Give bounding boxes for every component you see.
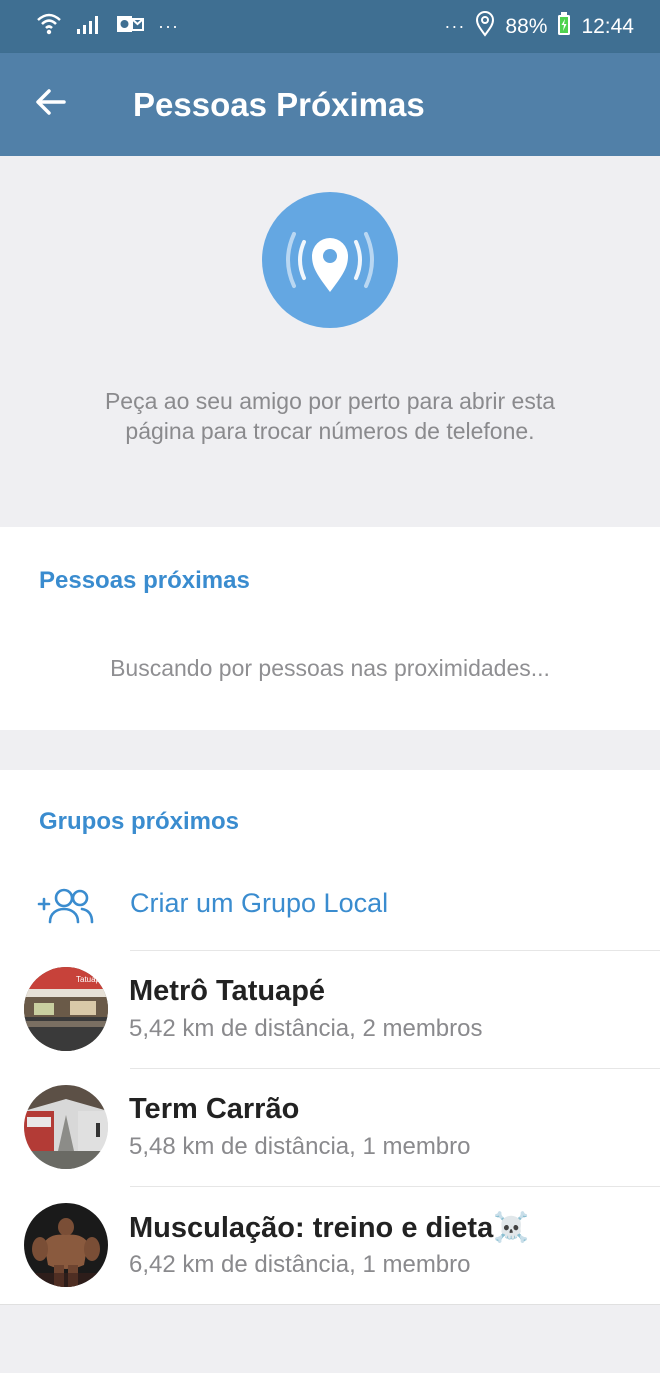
avatar-sign-text: Tatuapé — [76, 975, 105, 984]
app-bar: Pessoas Próximas — [0, 53, 660, 156]
nearby-groups-section: Grupos próximos Criar um Grupo Local Tat… — [0, 770, 660, 1305]
group-meta: 5,48 km de distância, 1 membro — [129, 1133, 471, 1160]
back-button[interactable] — [0, 53, 100, 156]
avatar: Tatuapé — [24, 967, 108, 1051]
status-left: ··· — [36, 12, 179, 41]
battery-icon — [557, 12, 571, 41]
group-name: Term Carrão — [129, 1093, 300, 1125]
group-item-metro-tatuape[interactable]: Tatuapé Metrô Tatuapé 5,42 km de distânc… — [0, 951, 660, 1069]
status-bar: ··· ··· 88% 12:44 — [0, 0, 660, 53]
searching-status: Buscando por pessoas nas proximidades... — [110, 655, 550, 681]
group-item-musculacao[interactable]: Musculação: treino e dieta☠️ 6,42 km de … — [0, 1187, 660, 1305]
signal-icon — [76, 13, 102, 40]
arrow-left-icon — [34, 88, 66, 121]
group-name: Metrô Tatuapé — [129, 975, 326, 1007]
avatar — [24, 1085, 108, 1169]
location-broadcast-icon — [262, 192, 398, 328]
wifi-icon — [36, 12, 62, 41]
nearby-people-header: Pessoas próximas — [39, 567, 250, 594]
location-icon — [475, 11, 495, 42]
avatar — [24, 1203, 108, 1287]
battery-percent: 88% — [505, 14, 548, 38]
create-local-group-label: Criar um Grupo Local — [130, 888, 389, 918]
group-meta: 5,42 km de distância, 2 membros — [129, 1015, 483, 1042]
status-more-left: ··· — [158, 16, 179, 36]
group-item-term-carrao[interactable]: Term Carrão 5,48 km de distância, 1 memb… — [0, 1069, 660, 1187]
intro-description: Peça ao seu amigo por perto para abrir e… — [104, 388, 556, 444]
intro-section: Peça ao seu amigo por perto para abrir e… — [0, 156, 660, 527]
status-more-right: ··· — [444, 16, 466, 36]
page-title: Pessoas Próximas — [133, 85, 425, 123]
nearby-people-section: Pessoas próximas Buscando por pessoas na… — [0, 527, 660, 730]
status-right: ··· 88% 12:44 — [444, 11, 634, 42]
create-local-group-button[interactable]: Criar um Grupo Local — [0, 860, 660, 952]
add-group-icon — [37, 886, 95, 931]
nearby-groups-header: Grupos próximos — [39, 808, 240, 835]
group-meta: 6,42 km de distância, 1 membro — [129, 1251, 471, 1278]
outlook-icon — [116, 13, 144, 40]
status-time: 12:44 — [581, 14, 634, 38]
group-name: Musculação: treino e dieta☠️ — [129, 1212, 530, 1244]
